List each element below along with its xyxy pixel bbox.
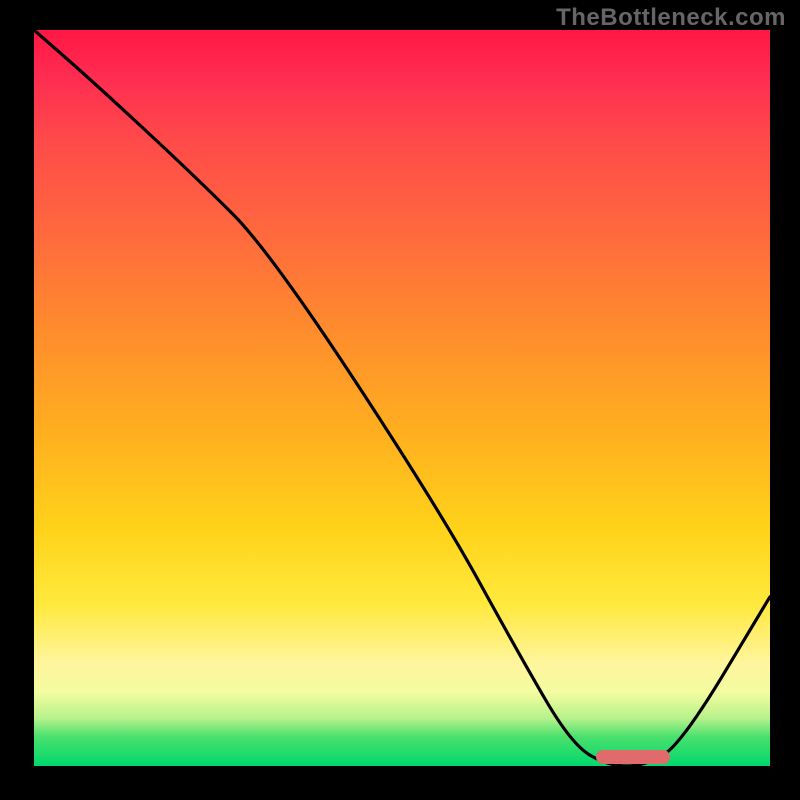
- watermark-text: TheBottleneck.com: [556, 4, 786, 32]
- plot-area: [30, 30, 770, 770]
- curve-svg: [34, 30, 770, 766]
- optimal-range-marker: [596, 750, 670, 764]
- bottleneck-curve-path: [34, 30, 770, 766]
- chart-frame: TheBottleneck.com: [0, 0, 800, 800]
